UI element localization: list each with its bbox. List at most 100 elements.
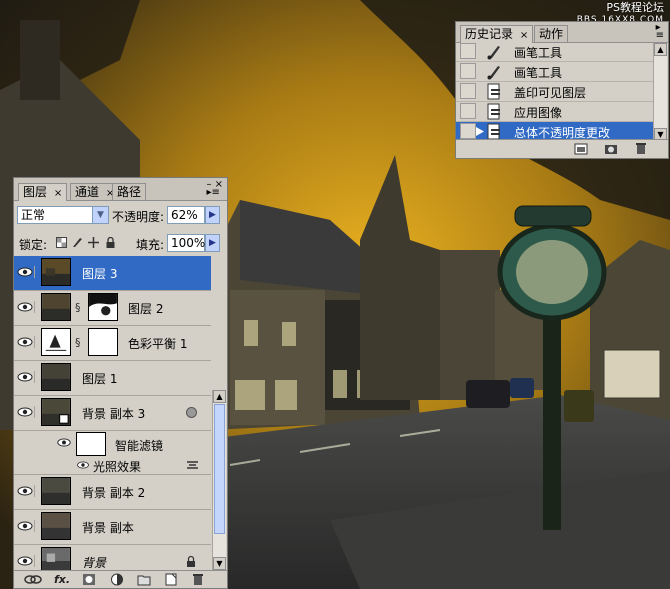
history-item[interactable]: 画笔工具 [456, 62, 654, 82]
tab-history-label: 历史记录 [465, 27, 514, 41]
smart-object-thumbnail [41, 398, 71, 426]
filter-blending-options-icon[interactable] [186, 460, 199, 471]
layer-row-bg-copy[interactable]: 背景 副本 [14, 510, 211, 545]
layer-name: 光照效果 [93, 460, 142, 474]
tab-history[interactable]: 历史记录 × [460, 25, 534, 43]
eye-icon[interactable] [16, 406, 35, 418]
layer-name: 背景 副本 3 [82, 407, 146, 421]
layer-mask-thumbnail[interactable] [88, 328, 118, 356]
panel-menu-icon[interactable]: – × ▸≡ [206, 180, 223, 198]
lock-image-pixels-icon[interactable] [72, 237, 83, 248]
layers-panel: 图层 × 通道 × 路径 – × ▸≡ 正常 ▼ 不透明度: 62% ▶ 锁定: … [13, 177, 228, 589]
close-icon[interactable]: × [54, 188, 62, 199]
fill-value: 100% [171, 236, 206, 250]
eye-icon[interactable] [16, 485, 35, 497]
tab-paths[interactable]: 路径 [112, 183, 147, 200]
history-item-label: 盖印可见图层 [514, 86, 587, 100]
layer-name: 图层 2 [128, 302, 164, 316]
link-chain-icon: § [75, 336, 81, 349]
layer-name: 背景 副本 2 [82, 486, 146, 500]
document-icon [487, 123, 500, 140]
layer-thumbnail [41, 258, 71, 286]
layer-list: 图层 3 § 图层 2 § 色彩平衡 1 图层 1 背景 副本 3 智能滤镜 光… [14, 256, 211, 572]
layer-thumbnail [41, 293, 71, 321]
history-source-checkbox[interactable] [460, 123, 476, 139]
scroll-up-icon[interactable]: ▲ [213, 390, 226, 403]
tab-actions[interactable]: 动作 [534, 25, 569, 42]
new-document-from-state-icon[interactable] [574, 142, 588, 155]
layer-row-bg-copy3[interactable]: 背景 副本 3 [14, 396, 211, 431]
trash-icon[interactable] [634, 142, 648, 155]
link-icon[interactable] [24, 573, 42, 586]
layer-name: 背景 副本 [82, 521, 134, 535]
lock-all-icon[interactable] [105, 237, 116, 248]
layer-row-layer2[interactable]: § 图层 2 [14, 291, 211, 326]
eye-icon[interactable] [16, 371, 35, 383]
layer-row-smart-filters[interactable]: 智能滤镜 [14, 431, 211, 456]
tab-actions-label: 动作 [539, 27, 564, 41]
layer-name: 图层 3 [82, 267, 118, 281]
layer-row-layer1[interactable]: 图层 1 [14, 361, 211, 396]
smart-filter-mask-thumbnail[interactable] [76, 432, 106, 456]
layer-row-bg-copy2[interactable]: 背景 副本 2 [14, 475, 211, 510]
chevron-down-icon[interactable]: ▼ [92, 207, 108, 223]
eye-icon[interactable] [16, 520, 35, 532]
trash-icon[interactable] [191, 573, 205, 586]
eye-icon[interactable] [16, 266, 35, 278]
layers-footer: fx. [14, 570, 227, 588]
adjustment-icon[interactable] [110, 573, 124, 586]
snapshot-icon[interactable] [604, 142, 618, 155]
history-item[interactable]: 应用图像 [456, 102, 654, 122]
fill-slider-arrow-icon[interactable]: ▶ [205, 234, 220, 252]
watermark-title: PS教程论坛 [606, 1, 664, 14]
lock-position-icon[interactable] [88, 237, 99, 248]
layer-mask-thumbnail[interactable] [88, 293, 118, 321]
document-icon [487, 83, 500, 100]
layer-row-layer3[interactable]: 图层 3 [14, 256, 211, 291]
panel-menu-icon[interactable]: ▸ ≡ [656, 23, 664, 41]
fill-field[interactable]: 100% [167, 234, 205, 252]
layer-name: 智能滤镜 [115, 439, 164, 453]
document-icon [487, 103, 500, 120]
opacity-label: 不透明度: [112, 210, 165, 224]
mask-icon[interactable] [82, 573, 96, 586]
eye-icon[interactable] [16, 336, 35, 348]
group-folder-icon[interactable] [137, 573, 151, 586]
history-source-checkbox[interactable] [460, 43, 476, 59]
lock-label: 锁定: [19, 238, 48, 252]
brush-icon [487, 46, 500, 60]
history-panel: 历史记录 × 动作 ▸ ≡ 画笔工具 画笔工具 盖印可见图层 应用图像 总体不透明… [455, 21, 669, 159]
history-source-checkbox[interactable] [460, 103, 476, 119]
lock-transparent-pixels-icon[interactable] [56, 237, 67, 248]
blend-mode-select[interactable]: 正常 ▼ [17, 206, 109, 224]
scroll-up-icon[interactable]: ▲ [654, 43, 667, 56]
tab-layers[interactable]: 图层 × [18, 183, 68, 201]
layer-row-lighting-effects[interactable]: 光照效果 [14, 457, 211, 475]
color-balance-adjustment-icon [41, 328, 71, 356]
layer-row-background[interactable]: 背景 [14, 545, 211, 572]
close-icon[interactable]: × [520, 30, 528, 41]
scroll-thumb[interactable] [214, 404, 225, 534]
link-chain-icon: § [75, 301, 81, 314]
opacity-field[interactable]: 62% [167, 206, 205, 224]
layer-thumbnail [41, 477, 71, 505]
layer-name: 背景 [82, 556, 107, 570]
fx-icon[interactable]: fx. [54, 573, 70, 586]
smart-filter-options-icon[interactable] [186, 407, 197, 418]
history-scrollbar[interactable]: ▲ ▼ [653, 43, 667, 141]
eye-icon[interactable] [16, 555, 35, 567]
layers-scrollbar[interactable]: ▲ ▼ [212, 390, 226, 570]
scroll-down-icon[interactable]: ▼ [213, 557, 226, 570]
history-item-label: 应用图像 [514, 106, 563, 120]
opacity-slider-arrow-icon[interactable]: ▶ [205, 206, 220, 224]
eye-icon[interactable] [76, 460, 90, 470]
eye-icon[interactable] [16, 301, 35, 313]
history-source-checkbox[interactable] [460, 63, 476, 79]
new-layer-icon[interactable] [164, 573, 178, 586]
layer-name: 图层 1 [82, 372, 118, 386]
eye-icon[interactable] [56, 437, 72, 448]
history-source-checkbox[interactable] [460, 83, 476, 99]
layer-row-color-balance[interactable]: § 色彩平衡 1 [14, 326, 211, 361]
history-item[interactable]: 盖印可见图层 [456, 82, 654, 102]
history-item[interactable]: 画笔工具 [456, 42, 654, 62]
